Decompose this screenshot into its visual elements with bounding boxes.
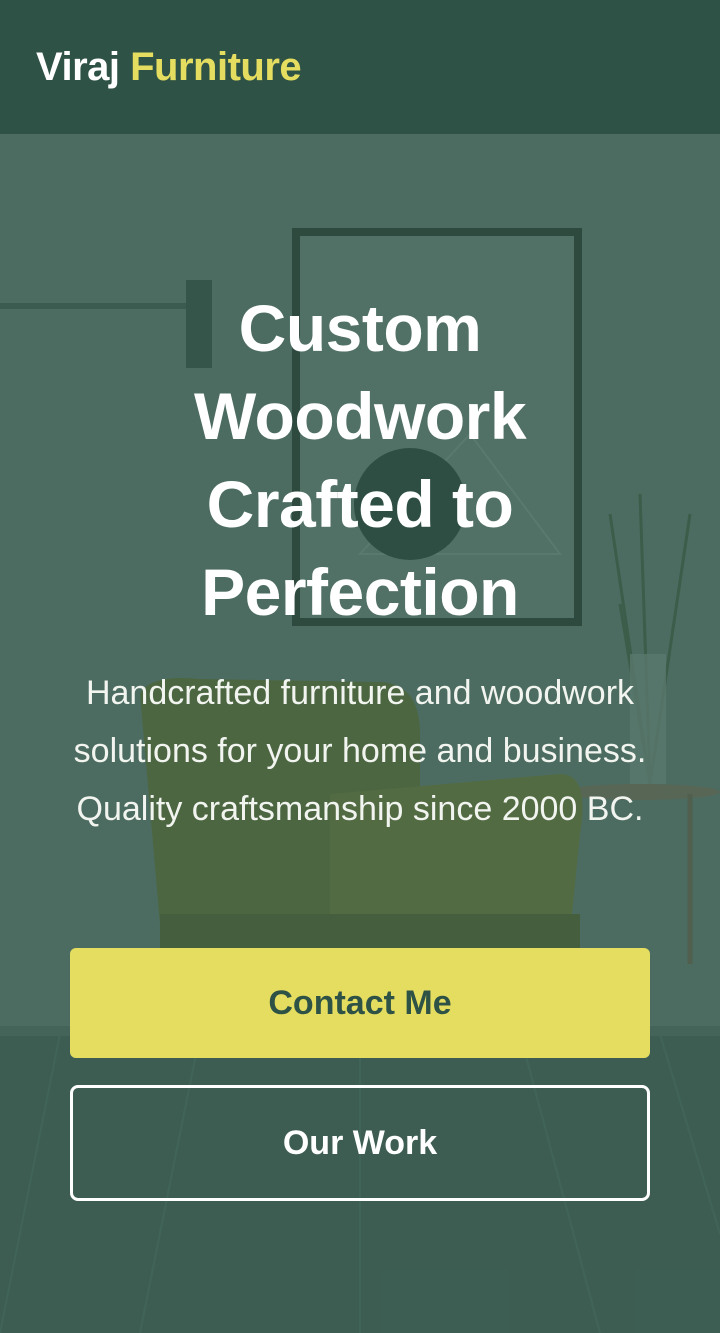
site-header: Viraj Furniture [0,0,720,134]
contact-me-button[interactable]: Contact Me [70,948,650,1058]
brand-name: Viraj [36,44,120,89]
brand-accent-name: Furniture [130,44,302,89]
hero-title: Custom Woodwork Crafted to Perfection [193,291,527,629]
our-work-button[interactable]: Our Work [70,1085,650,1201]
hero-subtitle: Handcrafted furniture and woodwork solut… [73,674,647,828]
brand-logo[interactable]: Viraj Furniture [36,44,302,90]
hero-section: Custom Woodwork Crafted to Perfection Ha… [0,134,720,1333]
hero-content: Custom Woodwork Crafted to Perfection Ha… [0,134,720,1333]
